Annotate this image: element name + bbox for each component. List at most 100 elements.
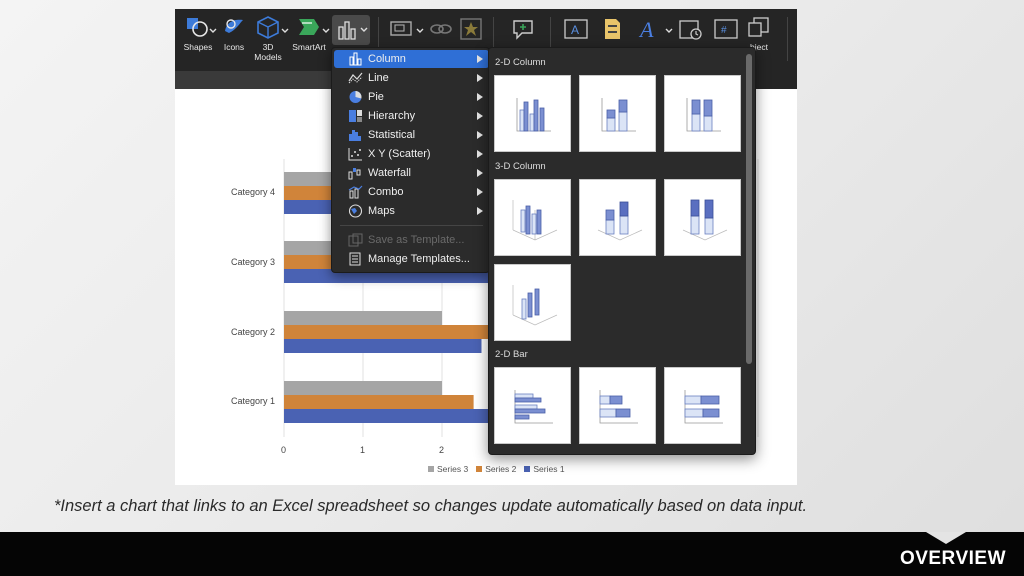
object-icon [748, 17, 769, 37]
column-chart-icon [338, 21, 356, 40]
menu-item-label: Save as Template... [368, 234, 465, 246]
footer-notch [926, 532, 966, 544]
menu-item-hierarchy[interactable]: Hierarchy [334, 107, 489, 125]
text-box-icon[interactable]: A [563, 17, 589, 41]
legend-swatch [428, 466, 434, 472]
gallery-section-title: 3-D Column [495, 161, 546, 172]
save-template-icon [348, 233, 363, 247]
svg-text:#: # [721, 25, 727, 36]
menu-item-label: Combo [368, 186, 404, 198]
100-stacked-column-thumbnail[interactable] [664, 75, 741, 152]
comment-icon[interactable] [510, 17, 536, 41]
chevron-down-icon[interactable] [322, 27, 330, 35]
gallery-scrollbar[interactable] [746, 54, 752, 364]
menu-item-manage-templates[interactable]: Manage Templates... [334, 250, 489, 268]
icons-label: Icons [223, 42, 245, 52]
legend-label: Series 2 [485, 464, 517, 474]
menu-item-label: Column [368, 53, 406, 65]
3d-stacked-column-thumbnail[interactable] [579, 179, 656, 256]
menu-item-pie[interactable]: Pie [334, 88, 489, 106]
legend-label: Series 3 [437, 464, 469, 474]
slide-number-icon[interactable]: # [713, 17, 739, 41]
legend-swatch [524, 466, 531, 472]
icons-icon [225, 19, 243, 33]
menu-item-column[interactable]: Column [334, 50, 489, 68]
chart-legend: Series 3 Series 2 Series 1 [428, 464, 565, 474]
ribbon-lower-strip [175, 71, 335, 89]
chevron-down-icon[interactable] [665, 27, 673, 35]
svg-text:A: A [638, 17, 654, 41]
submenu-arrow-icon [477, 93, 483, 101]
shapes-label: Shapes [183, 42, 213, 52]
3d-clustered-column-thumbnail[interactable] [494, 179, 571, 256]
3d-column-icon [512, 285, 558, 326]
shapes-icon [187, 18, 208, 37]
chevron-down-icon[interactable] [209, 27, 217, 35]
100-stacked-column-icon [686, 98, 721, 132]
stacked-column-thumbnail[interactable] [579, 75, 656, 152]
category-label: Category 4 [230, 187, 275, 197]
screenshot-icon[interactable] [389, 17, 415, 41]
menu-item-maps[interactable]: Maps [334, 202, 489, 220]
3d-clustered-column-icon [512, 200, 558, 241]
date-time-icon[interactable] [678, 17, 704, 41]
legend-item: Series 3 [428, 464, 468, 474]
stacked-bar-thumbnail[interactable] [579, 367, 656, 444]
menu-divider [340, 225, 483, 226]
header-footer-icon[interactable] [599, 17, 625, 41]
3d-100-stacked-column-icon [682, 199, 728, 241]
menu-item-line[interactable]: Line [334, 69, 489, 87]
menu-item-scatter[interactable]: X Y (Scatter) [334, 145, 489, 163]
combo-chart-icon [348, 185, 363, 199]
chevron-down-icon [360, 27, 368, 32]
clustered-column-thumbnail[interactable] [494, 75, 571, 152]
chart-gallery-submenu: 2-D Column 3-D Column 2-D Bar [488, 47, 756, 455]
chevron-down-icon[interactable] [416, 27, 424, 35]
legend-item: Series 1 [524, 464, 565, 474]
3d-column-thumbnail[interactable] [494, 264, 571, 341]
menu-item-label: Hierarchy [368, 110, 416, 122]
category-label: Category 3 [230, 257, 275, 267]
scatter-chart-icon [348, 148, 362, 161]
gallery-section-title: 2-D Bar [495, 349, 528, 360]
100-stacked-bar-icon [684, 390, 723, 424]
x-tick-label: 1 [360, 445, 366, 455]
menu-item-combo[interactable]: Combo [334, 183, 489, 201]
category-label: Category 2 [230, 327, 275, 337]
3d-100-stacked-column-thumbnail[interactable] [664, 179, 741, 256]
category-label: Category 1 [230, 396, 275, 406]
menu-item-label: Pie [368, 91, 384, 103]
submenu-arrow-icon [477, 207, 483, 215]
link-icon[interactable] [428, 17, 454, 41]
gallery-section-title: 2-D Column [495, 57, 546, 68]
ribbon-divider [787, 17, 788, 61]
icons-button[interactable]: Icons [219, 15, 249, 52]
pie-chart-icon [349, 91, 362, 103]
3d-models-button[interactable]: 3D Models [253, 15, 283, 62]
bar-series-2 [284, 395, 474, 409]
action-icon[interactable] [458, 17, 484, 41]
maps-chart-icon [348, 204, 363, 218]
menu-item-waterfall[interactable]: Waterfall [334, 164, 489, 182]
clustered-column-icon [516, 98, 551, 132]
wordart-icon[interactable]: A [637, 17, 663, 41]
menu-item-label: Waterfall [368, 167, 411, 179]
x-tick-label: 2 [439, 445, 445, 455]
menu-item-statistical[interactable]: Statistical [334, 126, 489, 144]
legend-swatch [476, 466, 483, 472]
models-label: Models [254, 52, 282, 62]
hierarchy-chart-icon [349, 110, 362, 122]
chart-type-menu: Column Line Pie Hierarchy Statistical X … [331, 47, 490, 273]
clustered-bar-thumbnail[interactable] [494, 367, 571, 444]
chevron-down-icon[interactable] [281, 27, 289, 35]
slide-caption: *Insert a chart that links to an Excel s… [54, 497, 808, 515]
100-stacked-bar-thumbnail[interactable] [664, 367, 741, 444]
footer-title: OVERVIEW [899, 548, 1006, 569]
waterfall-chart-icon [348, 168, 361, 180]
chart-button[interactable] [332, 15, 370, 45]
bar-series-1 [284, 339, 482, 353]
smartart-label: SmartArt [292, 42, 326, 52]
line-chart-icon [348, 72, 363, 84]
submenu-arrow-icon [477, 150, 483, 158]
legend-label: Series 1 [533, 464, 565, 474]
